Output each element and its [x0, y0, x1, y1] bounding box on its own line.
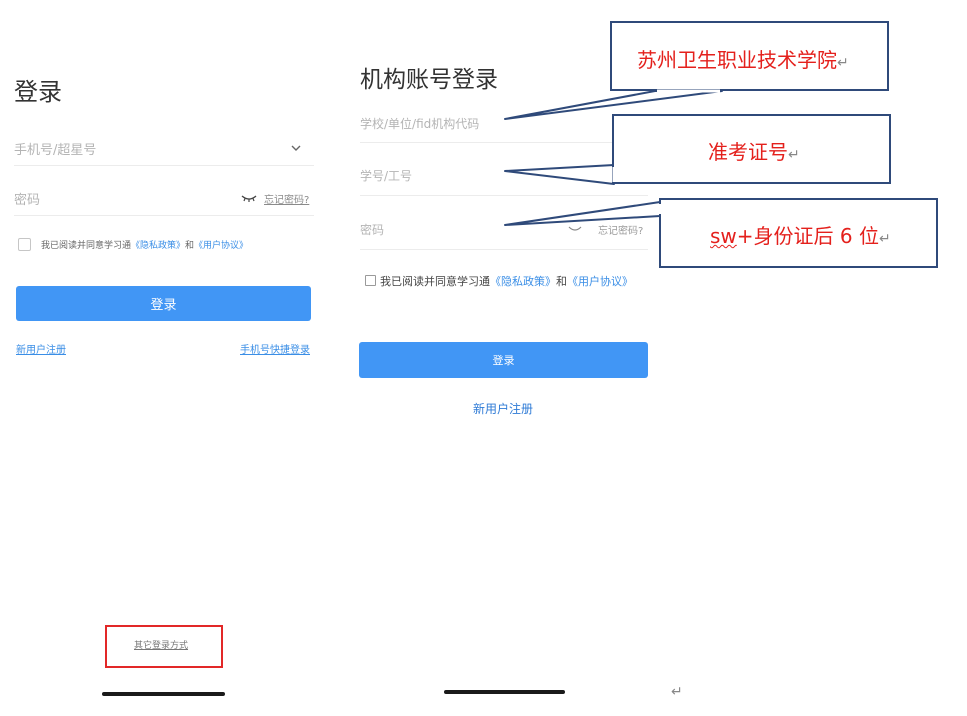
school-hint-value: 苏州卫生职业技术学院 [637, 48, 837, 72]
divider [360, 249, 648, 250]
forgot-password-link[interactable]: 忘记密码? [264, 191, 309, 206]
page-title: 登录 [14, 78, 62, 106]
paragraph-mark: ↵ [878, 231, 891, 247]
user-agreement-link[interactable]: 《用户协议》 [194, 241, 248, 251]
user-agreement-link[interactable]: 《用户协议》 [567, 275, 633, 288]
agreement-prefix: 我已阅读并同意学习通 [41, 241, 132, 251]
home-indicator[interactable] [444, 690, 565, 694]
password-input[interactable]: 密码 [360, 221, 384, 238]
agreement-and: 和 [185, 241, 195, 251]
other-login-methods-link[interactable]: 其它登录方式 [134, 638, 188, 651]
divider [14, 165, 314, 166]
student-id-hint-value: 准考证号 [708, 140, 788, 164]
password-input[interactable]: 密码 [14, 189, 40, 208]
student-id-hint-text: 准考证号↵ [708, 136, 800, 165]
password-hint-rest: +身份证后 6 位 [736, 224, 879, 248]
eye-closed-icon[interactable] [568, 224, 582, 234]
agreement-text: 我已阅读并同意学习通《隐私政策》和《用户协议》 [380, 273, 633, 289]
paragraph-mark: ↵ [837, 55, 849, 71]
divider [14, 215, 314, 216]
agreement-checkbox[interactable] [365, 275, 376, 286]
paragraph-mark: ↵ [671, 684, 683, 700]
divider [360, 142, 648, 143]
privacy-policy-link[interactable]: 《隐私政策》 [131, 241, 185, 251]
login-button[interactable]: 登录 [359, 342, 648, 378]
school-hint-text: 苏州卫生职业技术学院↵ [637, 44, 849, 73]
divider [360, 195, 648, 196]
agreement-prefix: 我已阅读并同意学习通 [380, 275, 490, 288]
school-input[interactable]: 学校/单位/fid机构代码 [360, 115, 479, 132]
home-indicator[interactable] [102, 692, 225, 696]
paragraph-mark: ↵ [788, 147, 800, 163]
phone-quick-login-link[interactable]: 手机号快捷登录 [240, 341, 310, 356]
new-user-register-link[interactable]: 新用户注册 [16, 341, 66, 356]
agreement-checkbox[interactable] [18, 238, 31, 251]
eye-closed-icon[interactable] [241, 193, 257, 203]
agreement-and: 和 [556, 275, 567, 288]
phone-input[interactable]: 手机号/超星号 [14, 139, 96, 158]
password-hint-text: sw+身份证后 6 位↵ [710, 220, 891, 249]
agreement-text: 我已阅读并同意学习通《隐私政策》和《用户协议》 [41, 238, 248, 251]
chevron-down-icon[interactable] [289, 143, 303, 153]
forgot-password-link[interactable]: 忘记密码? [598, 222, 643, 237]
privacy-policy-link[interactable]: 《隐私政策》 [490, 275, 556, 288]
student-id-input[interactable]: 学号/工号 [360, 167, 412, 184]
new-user-register-link[interactable]: 新用户注册 [473, 400, 533, 417]
password-hint-prefix: sw [710, 224, 737, 248]
institution-login-title: 机构账号登录 [360, 67, 498, 93]
login-button[interactable]: 登录 [16, 286, 311, 321]
